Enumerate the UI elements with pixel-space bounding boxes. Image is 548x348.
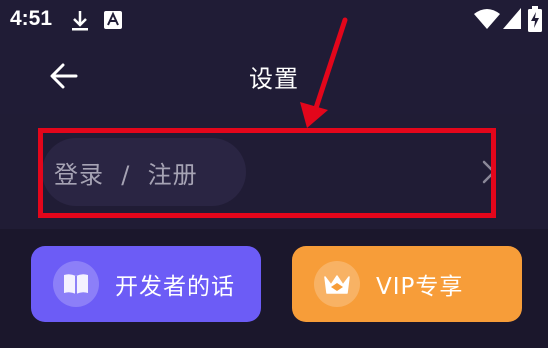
crown-icon (324, 275, 350, 294)
chevron-right-icon (482, 160, 496, 184)
book-icon (64, 274, 88, 294)
wifi-icon (474, 9, 500, 29)
developer-notes-button[interactable]: 开发者的话 (31, 246, 261, 322)
card-icon-circle (53, 261, 99, 307)
cellular-signal-icon (503, 8, 521, 29)
download-icon (72, 11, 88, 31)
page-title: 设置 (249, 65, 299, 93)
status-time: 4:51 (10, 7, 53, 30)
status-bar: 4:51 (0, 0, 548, 42)
login-register-row[interactable]: 登录 / 注册 (0, 114, 548, 229)
battery-charging-icon (528, 6, 542, 32)
vip-exclusive-label: VIP专享 (376, 274, 464, 300)
login-register-label: 登录 / 注册 (54, 160, 198, 189)
card-icon-circle (314, 261, 360, 307)
keyboard-a-icon (104, 11, 122, 29)
developer-notes-label: 开发者的话 (115, 274, 235, 300)
app-header: 设置 (0, 42, 548, 114)
vip-exclusive-button[interactable]: VIP专享 (292, 246, 522, 322)
login-register-pill[interactable]: 登录 / 注册 (42, 138, 246, 206)
